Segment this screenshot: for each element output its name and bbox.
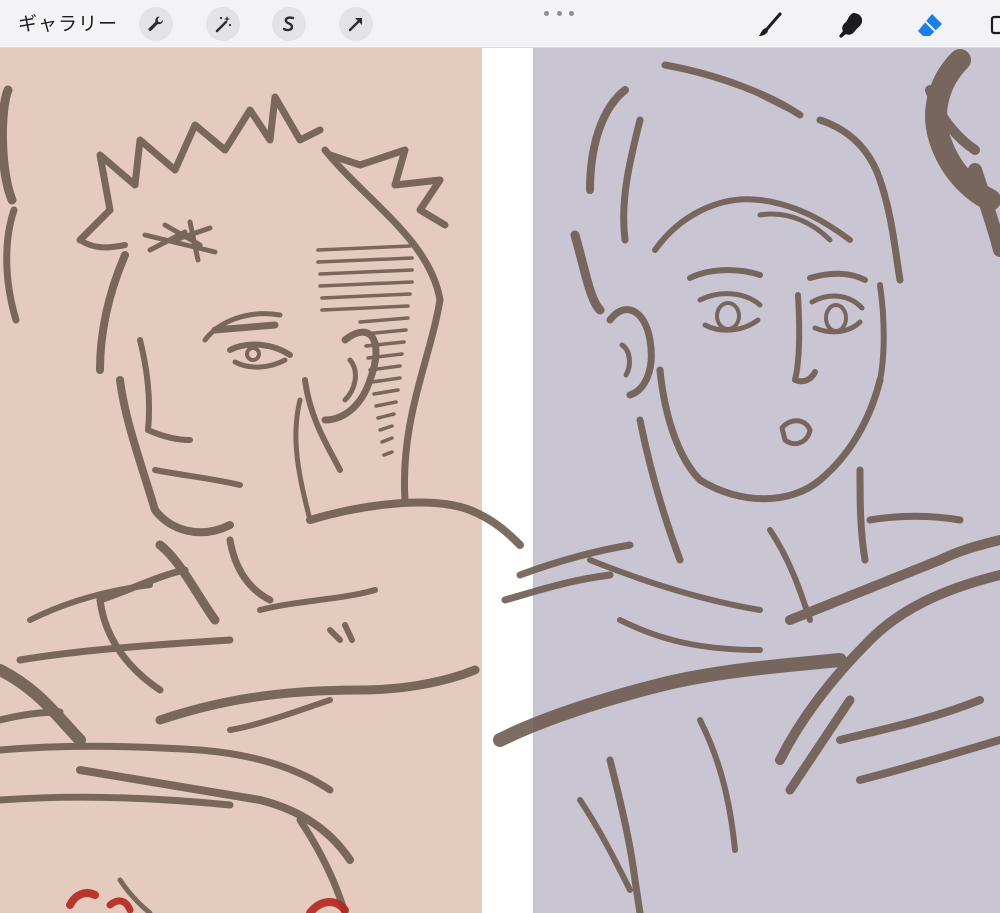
selection-s-icon [282,16,295,32]
gallery-button[interactable]: ギャラリー [18,10,118,38]
selection-button[interactable] [272,7,306,41]
smudge-icon [839,13,863,38]
ellipsis-dot [569,10,574,16]
drawing-canvas[interactable] [0,0,1000,913]
sketch-artwork [0,49,1000,913]
adjustments-button[interactable] [206,7,240,41]
arrow-transform-icon [348,18,362,32]
top-toolbar: ギャラリー [0,0,1000,48]
layers-icon [990,15,1000,35]
eraser-tool-button[interactable] [913,8,947,42]
transform-button[interactable] [339,7,373,41]
eraser-icon [918,14,942,36]
smudge-tool-button[interactable] [833,8,867,42]
wrench-icon [148,16,164,31]
layers-button[interactable] [988,8,1000,42]
actions-button[interactable] [139,7,173,41]
magic-wand-icon [215,16,232,33]
brush-icon [759,12,782,36]
brush-tool-button[interactable] [753,8,787,42]
ellipsis-icon [544,10,549,16]
more-options-button[interactable] [544,6,574,20]
ellipsis-dot [556,10,562,16]
